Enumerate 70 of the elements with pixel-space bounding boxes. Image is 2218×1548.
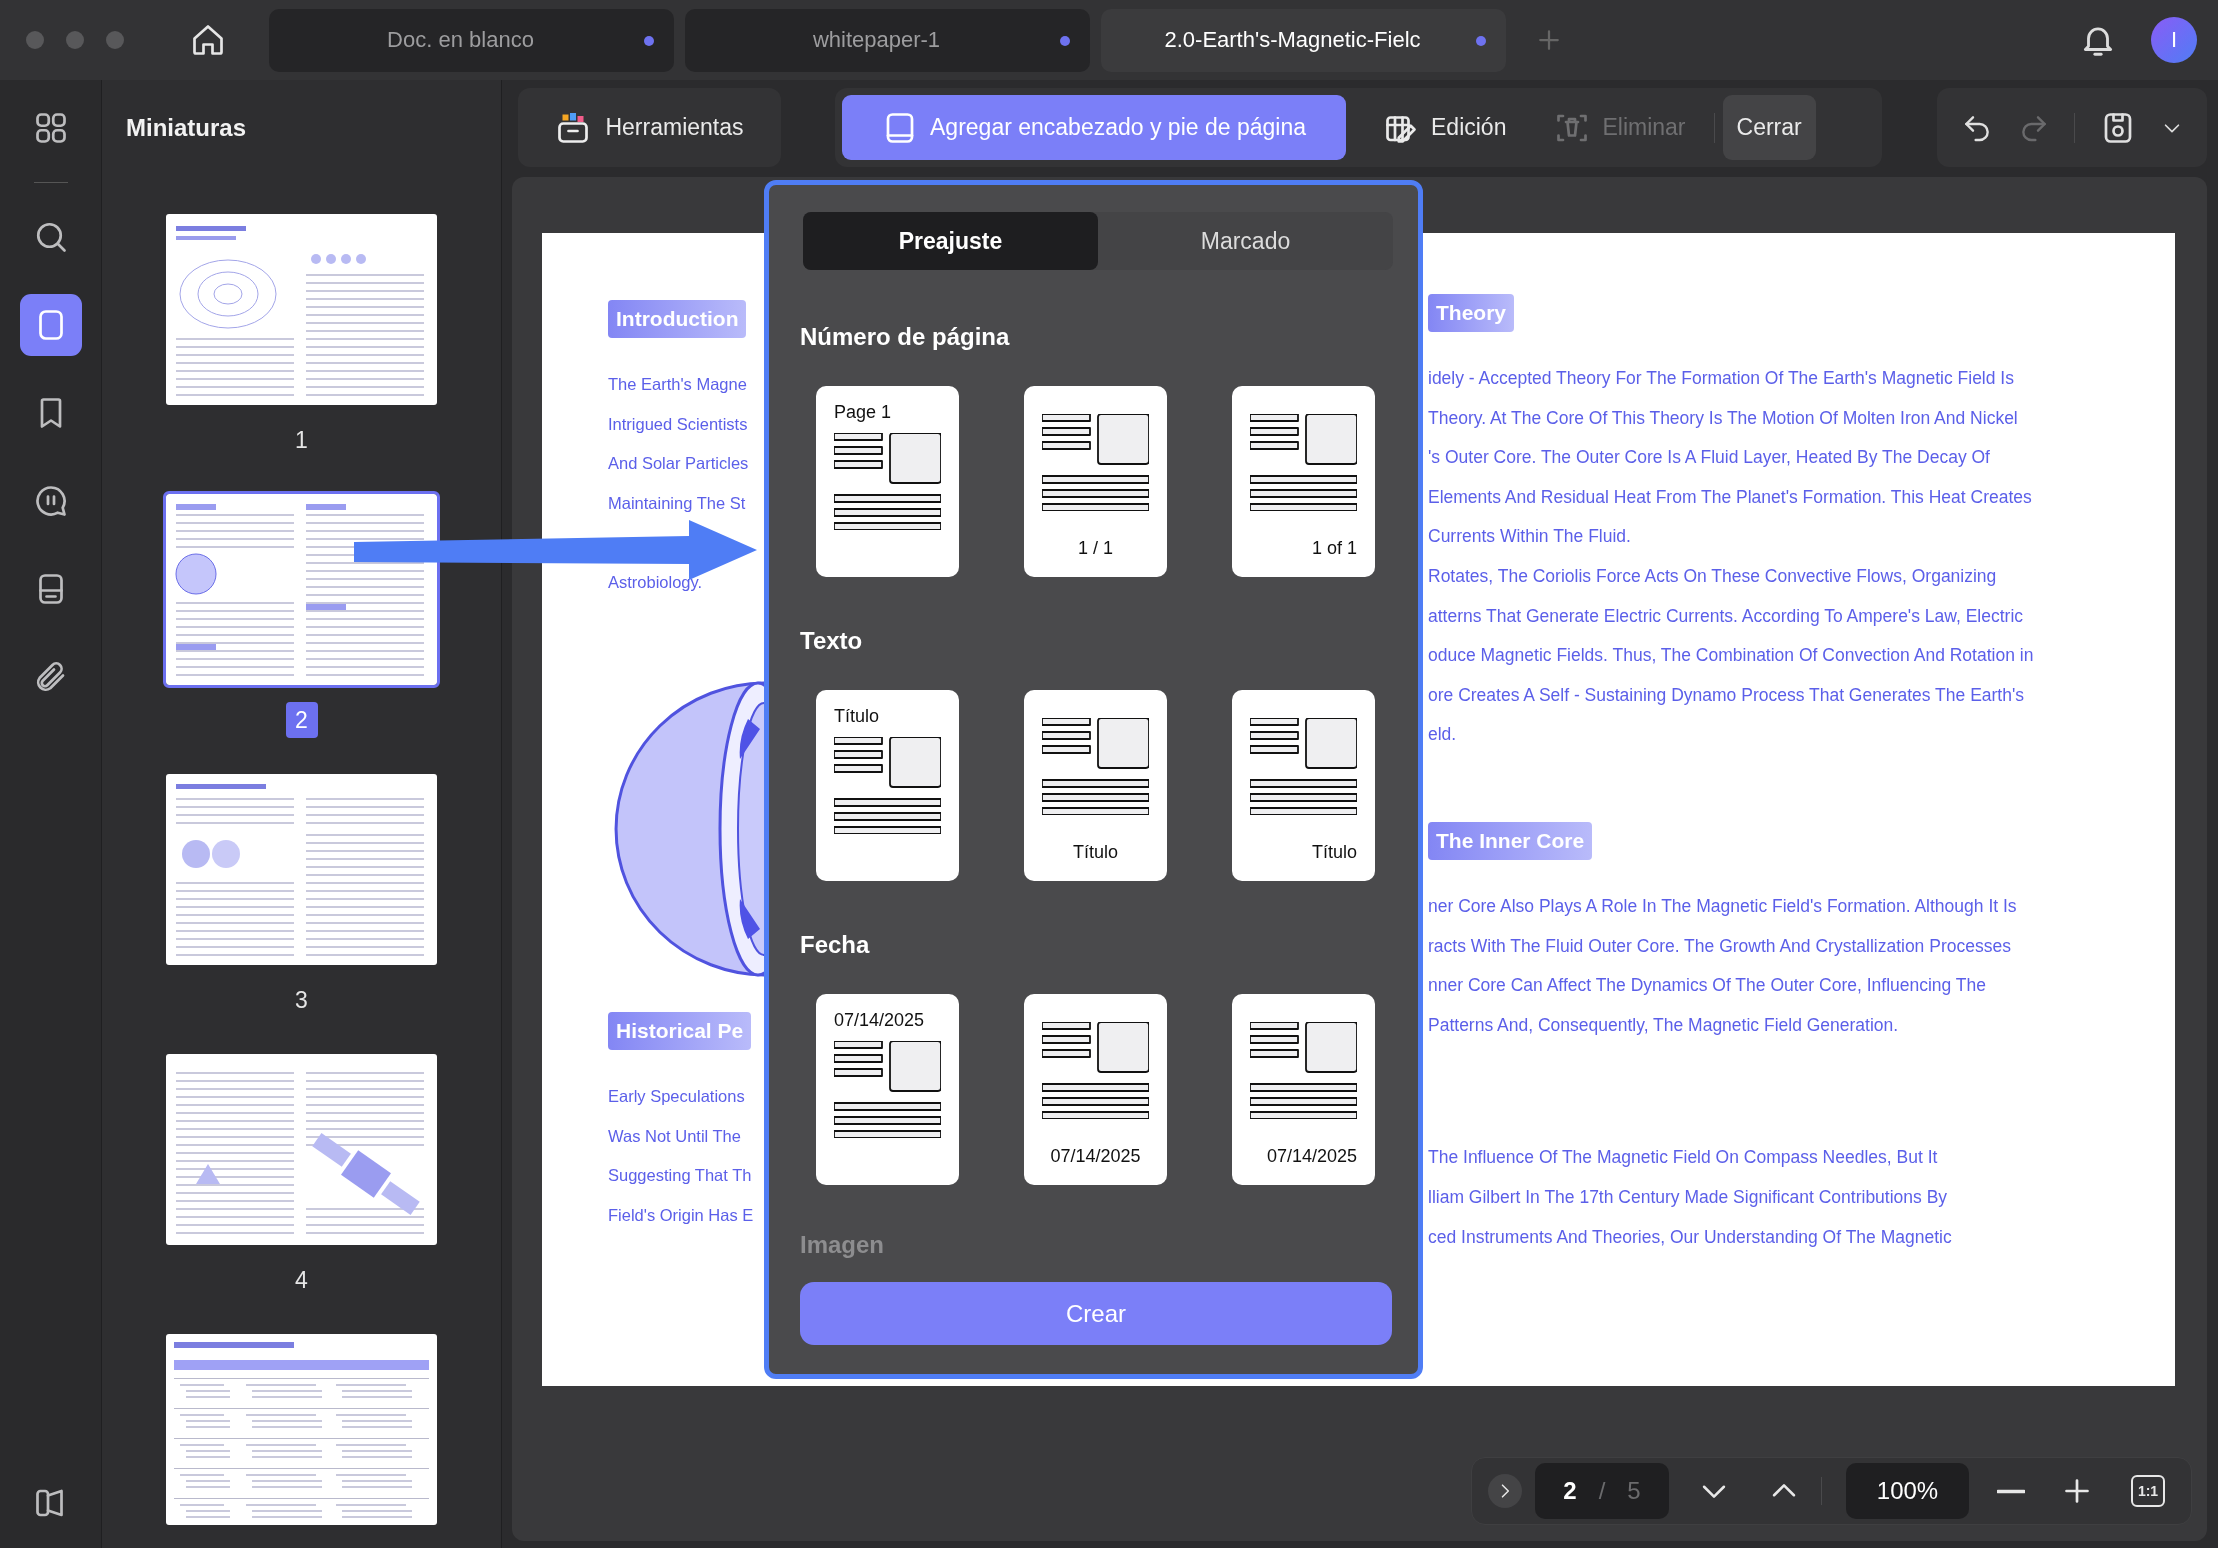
page-thumbnail[interactable] — [166, 774, 437, 965]
actual-size-button[interactable]: 1:1 — [2131, 1475, 2165, 1507]
preset-option[interactable]: 1 / 1 — [1024, 386, 1167, 577]
expand-button[interactable] — [1488, 1474, 1522, 1508]
page-number: 3 — [294, 985, 309, 1015]
preset-option[interactable]: Page 1 — [816, 386, 959, 577]
text-line: Early Speculations — [608, 1085, 746, 1107]
preset-option[interactable]: Título — [1024, 690, 1167, 881]
page-button[interactable] — [19, 294, 82, 356]
text-line: Theory. At The Core Of This Theory Is The Motion Of Molten Iron And Nickel — [1428, 406, 2019, 430]
text-line: oduce Magnetic Fields. Thus, The Combination Of Convection And Rotation in — [1428, 644, 2034, 668]
minus-icon — [1997, 1488, 2025, 1494]
page-number: 2 — [285, 702, 318, 738]
text-line: racts With The Fluid Outer Core. The Growth And Crystallization Processes — [1428, 934, 2012, 958]
text-line: The Earth's Magne — [608, 374, 748, 395]
text-line: atterns That Generate Electric Currents. According To Ampere's Law, Electric — [1428, 604, 2025, 628]
page-thumbnail[interactable] — [166, 494, 437, 685]
text-line: idely - Accepted Theory For The Formation Of The Earth's Magnetic Field Is — [1428, 367, 2015, 390]
text-line: Field's Origin Has E — [608, 1204, 754, 1226]
text-line: And Solar Particles — [608, 453, 749, 475]
text-line: ner Core Also Plays A Role In The Magnetic Field's Formation. Although It Is — [1428, 894, 2017, 918]
text-line: Currents Within The Fluid. — [1428, 525, 1632, 549]
section-title: Fecha — [800, 930, 871, 960]
preset-tab[interactable]: Preajuste — [803, 212, 1098, 270]
close-button[interactable]: Cerrar — [1722, 95, 1816, 160]
preset-tab[interactable]: Marcado — [1098, 212, 1393, 270]
document-tab[interactable]: Doc. en blanco — [269, 8, 674, 72]
page-thumbnail[interactable] — [166, 214, 437, 405]
text-line: Maintaining The St — [608, 492, 747, 514]
text-line: Astrobiology. — [608, 572, 703, 594]
section-heading: Historical Pe — [608, 1011, 752, 1050]
page-number: 1 — [294, 425, 309, 455]
text-line: ced Instruments And Theories, Our Understanding Of The Magnetic — [1428, 1225, 1952, 1249]
zoom-field[interactable]: 100% — [1846, 1463, 1969, 1519]
preset-option[interactable]: Título — [1232, 690, 1375, 881]
section-title: Imagen — [800, 1230, 886, 1260]
text-line: ore Creates A Self - Sustaining Dynamo Process That Generates The Earth's — [1428, 683, 2026, 707]
page-thumbnail[interactable] — [166, 1334, 437, 1525]
avatar[interactable]: I — [2151, 17, 2197, 63]
tools-button[interactable]: Herramientas — [518, 88, 781, 167]
preset-option[interactable]: 1 of 1 — [1232, 386, 1375, 577]
document-tab[interactable]: whitepaper-1 — [685, 8, 1090, 72]
zoom-out-button[interactable] — [1997, 1488, 2025, 1494]
page-thumbnail[interactable] — [166, 1054, 437, 1245]
text-line: Patterns And, Consequently, The Magnetic Field Generation. — [1428, 1013, 1900, 1037]
section-title: Número de página — [800, 322, 1011, 352]
section-heading: Introduction — [608, 300, 747, 338]
text-line: Intrigued Scientists — [608, 413, 749, 435]
text-line: lliam Gilbert In The 17th Century Made Significant Contributions By — [1428, 1185, 1949, 1209]
preset-option[interactable]: 07/14/2025 — [1024, 994, 1167, 1185]
section-title: Texto — [800, 626, 864, 656]
text-line: The Influence Of The Magnetic Field On Compass Needles, But It — [1428, 1146, 1939, 1170]
text-line: 's Outer Core. The Outer Core Is A Fluid Layer, Heated By The Decay Of — [1428, 446, 1991, 470]
text-line: eld. — [1428, 723, 1458, 747]
preset-option[interactable]: 07/14/2025 — [1232, 994, 1375, 1185]
text-line: Rotates, The Coriolis Force Acts On These Convective Flows, Organizing — [1428, 564, 1998, 588]
text-line: Suggesting That Th — [608, 1165, 753, 1187]
section-heading: Theory — [1428, 294, 1514, 332]
page-number: 4 — [294, 1265, 309, 1295]
preset-option[interactable]: 07/14/2025 — [816, 994, 959, 1185]
text-line: Was Not Until The — [608, 1125, 742, 1147]
document-tab[interactable]: 2.0-Earth's-Magnetic-Fielc — [1101, 8, 1506, 72]
preset-option[interactable]: Título — [816, 690, 959, 881]
text-line: Elements And Residual Heat From The Planet's Formation. This Heat Creates — [1428, 485, 2033, 509]
text-line: nner Core Can Affect The Dynamics Of The Outer Core, Influencing The — [1428, 974, 1988, 998]
edit-button[interactable]: Edición — [1369, 95, 1521, 160]
page-field[interactable]: 2 / 5 — [1535, 1463, 1669, 1519]
home-icon — [190, 22, 226, 58]
section-heading: The Inner Core — [1428, 821, 1593, 860]
panel-title: Miniaturas — [126, 114, 247, 142]
